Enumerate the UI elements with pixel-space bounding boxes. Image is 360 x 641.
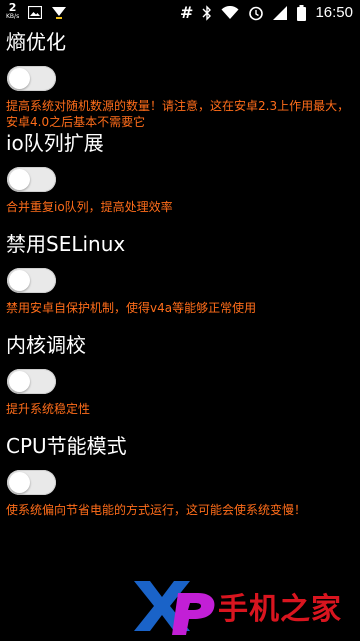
selinux-toggle[interactable] [7,268,56,293]
setting-description: 提高系统对随机数源的数量！请注意，这在安卓2.3上作用最大，安卓4.0之后基本不… [6,99,350,129]
toggle-knob [9,371,30,392]
toggle-knob [9,472,30,493]
entropy-toggle[interactable] [7,66,56,91]
toggle-knob [9,169,30,190]
setting-description: 提升系统稳定性 [6,402,91,416]
setting-title: CPU节能模式 [6,434,127,458]
settings-list: 熵优化 提高系统对随机数源的数量！请注意，这在安卓2.3上作用最大，安卓4.0之… [0,26,360,531]
setting-kernel-tuning: 内核调校 提升系统稳定性 [0,329,360,430]
wifi-icon [221,6,239,20]
status-bar: 2 KB/s # 16:50 [0,0,360,26]
setting-title: 禁用SELinux [6,232,126,256]
setting-cpu-power-save: CPU节能模式 使系统偏向节省电能的方式运行，这可能会使系统变慢！ [0,430,360,531]
setting-title: 熵优化 [6,30,66,54]
signal-icon [273,6,288,20]
cpu-power-save-toggle[interactable] [7,470,56,495]
kernel-tuning-toggle[interactable] [7,369,56,394]
status-bar-right: # 16:50 [180,4,353,22]
clock: 16:50 [315,4,353,21]
io-queue-toggle[interactable] [7,167,56,192]
setting-title: io队列扩展 [6,131,104,155]
network-speed-value: 2 [8,1,17,14]
setting-description: 禁用安卓自保护机制，使得v4a等能够正常使用 [6,301,257,315]
watermark-site-text: 手机之家 [218,592,342,627]
setting-entropy: 熵优化 提高系统对随机数源的数量！请注意，这在安卓2.3上作用最大，安卓4.0之… [0,26,360,129]
setting-description: 使系统偏向节省电能的方式运行，这可能会使系统变慢！ [6,503,307,517]
download-icon [51,6,67,19]
setting-description: 合并重复io队列，提高处理效率 [6,200,173,214]
setting-selinux: 禁用SELinux 禁用安卓自保护机制，使得v4a等能够正常使用 [0,228,360,329]
alarm-icon [248,5,264,21]
network-speed-unit: KB/s [6,13,20,20]
toggle-knob [9,270,30,291]
setting-io-queue: io队列扩展 合并重复io队列，提高处理效率 [0,127,360,228]
status-bar-left: 2 KB/s [6,1,67,21]
network-speed: 2 KB/s [6,1,20,21]
image-icon [28,5,43,19]
battery-icon [297,5,307,21]
bluetooth-icon [202,5,212,21]
toggle-knob [9,68,30,89]
xp-logo-icon [132,575,216,641]
hash-indicator: # [180,3,194,22]
watermark: 手机之家 [132,575,358,637]
setting-title: 内核调校 [6,333,86,357]
